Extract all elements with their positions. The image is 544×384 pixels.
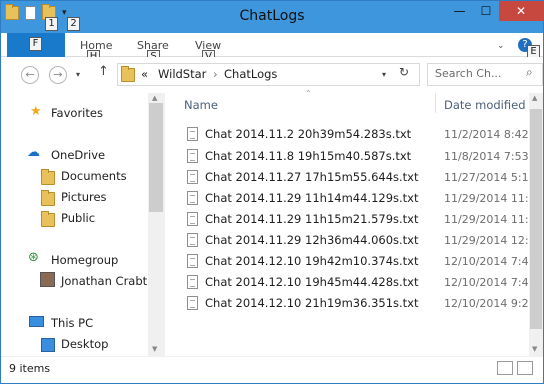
file-list-scrollbar-thumb[interactable]	[530, 109, 542, 329]
breadcrumb-chatlogs[interactable]: ChatLogs	[224, 67, 277, 81]
breadcrumb-wildstar[interactable]: WildStar	[158, 67, 206, 81]
text-file-icon	[187, 233, 198, 247]
column-divider[interactable]	[435, 93, 436, 113]
file-date: 11/27/2014 5:16 PM	[444, 171, 530, 184]
file-name[interactable]: Chat 2014.12.10 21h19m36.351s.txt	[205, 296, 419, 310]
text-file-icon	[187, 170, 198, 184]
text-file-icon	[187, 296, 198, 310]
back-button[interactable]: ←	[21, 66, 39, 84]
maximize-button[interactable]: ☐	[473, 1, 499, 21]
search-input[interactable]: Search Ch...	[435, 67, 501, 80]
file-name[interactable]: Chat 2014.11.2 20h39m54.283s.txt	[205, 127, 411, 141]
nav-desktop[interactable]: Desktop	[61, 337, 108, 351]
pictures-folder-icon	[41, 190, 55, 206]
large-icons-view-icon[interactable]	[517, 361, 533, 375]
column-header-name[interactable]: Name	[184, 98, 218, 112]
nav-favorites[interactable]: Favorites	[51, 106, 103, 120]
list-scroll-down-icon[interactable]: ▼	[532, 345, 537, 353]
expand-ribbon-icon[interactable]: ⌄	[497, 41, 505, 51]
documents-folder-icon	[41, 169, 55, 185]
keytip-file: F	[29, 37, 42, 51]
search-icon[interactable]: ⌕	[526, 65, 533, 80]
address-overflow[interactable]: «	[141, 67, 148, 81]
location-folder-icon	[121, 66, 135, 82]
text-file-icon	[187, 149, 198, 163]
file-name[interactable]: Chat 2014.11.8 19h15m40.587s.txt	[205, 149, 411, 163]
file-date: 11/29/2014 11:15 AM	[444, 213, 530, 226]
minimize-button[interactable]: —	[446, 1, 473, 21]
file-date: 11/29/2014 11:14 AM	[444, 192, 530, 205]
text-file-icon	[187, 275, 198, 289]
forward-button[interactable]: →	[49, 66, 67, 84]
file-name[interactable]: Chat 2014.11.29 11h14m44.129s.txt	[205, 191, 419, 205]
column-header-date[interactable]: Date modified	[444, 98, 526, 112]
up-button[interactable]: ↑	[98, 64, 109, 79]
refresh-icon[interactable]: ↻	[399, 65, 409, 79]
explorer-window: ▾ 1 2 ChatLogs — ☐ ✕ F Home Share View H…	[0, 0, 544, 384]
cloud-icon: ☁	[27, 145, 40, 160]
item-count: 9 items	[9, 362, 51, 375]
file-name[interactable]: Chat 2014.11.29 12h36m44.060s.txt	[205, 233, 419, 247]
star-icon: ★	[30, 104, 42, 119]
file-name[interactable]: Chat 2014.12.10 19h42m10.374s.txt	[205, 254, 419, 268]
nav-public[interactable]: Public	[61, 211, 95, 225]
file-date: 12/10/2014 7:45 PM	[444, 276, 530, 289]
file-name[interactable]: Chat 2014.11.29 11h15m21.579s.txt	[205, 212, 419, 226]
nav-documents[interactable]: Documents	[61, 169, 127, 183]
nav-homegroup[interactable]: Homegroup	[51, 253, 118, 267]
text-file-icon	[187, 191, 198, 205]
nav-onedrive[interactable]: OneDrive	[51, 148, 105, 162]
status-bar	[1, 356, 543, 383]
desktop-icon	[41, 338, 55, 352]
nav-homegroup-user[interactable]: Jonathan Crabtre	[61, 274, 159, 288]
recent-locations-icon[interactable]: ▾	[76, 70, 80, 79]
file-name[interactable]: Chat 2014.12.10 19h45m44.428s.txt	[205, 275, 419, 289]
close-button[interactable]: ✕	[499, 1, 543, 21]
address-history-icon[interactable]: ▾	[382, 70, 386, 79]
scroll-up-icon[interactable]: ▲	[152, 94, 157, 102]
file-date: 11/2/2014 8:42 PM	[444, 128, 530, 141]
file-name[interactable]: Chat 2014.11.27 17h15m55.644s.txt	[205, 170, 419, 184]
details-view-icon[interactable]	[497, 361, 513, 375]
scroll-down-icon[interactable]: ▼	[152, 345, 157, 353]
computer-icon	[29, 316, 44, 327]
avatar	[40, 272, 55, 287]
text-file-icon	[187, 254, 198, 268]
public-folder-icon	[41, 211, 55, 227]
sort-ascending-icon: ⌃	[305, 89, 312, 98]
breadcrumb-separator[interactable]: ›	[213, 67, 218, 81]
file-date: 11/8/2014 7:53 PM	[444, 150, 530, 163]
navigation-scrollbar-thumb[interactable]	[149, 103, 163, 212]
file-date: 12/10/2014 9:27 PM	[444, 297, 530, 310]
file-date: 11/29/2014 12:36 PM	[444, 234, 530, 247]
nav-pictures[interactable]: Pictures	[61, 190, 107, 204]
file-date: 12/10/2014 7:42 PM	[444, 255, 530, 268]
text-file-icon	[187, 127, 198, 141]
text-file-icon	[187, 212, 198, 226]
list-scroll-up-icon[interactable]: ▲	[532, 94, 537, 102]
nav-this-pc[interactable]: This PC	[51, 316, 93, 330]
homegroup-icon: ⊛	[28, 250, 39, 265]
